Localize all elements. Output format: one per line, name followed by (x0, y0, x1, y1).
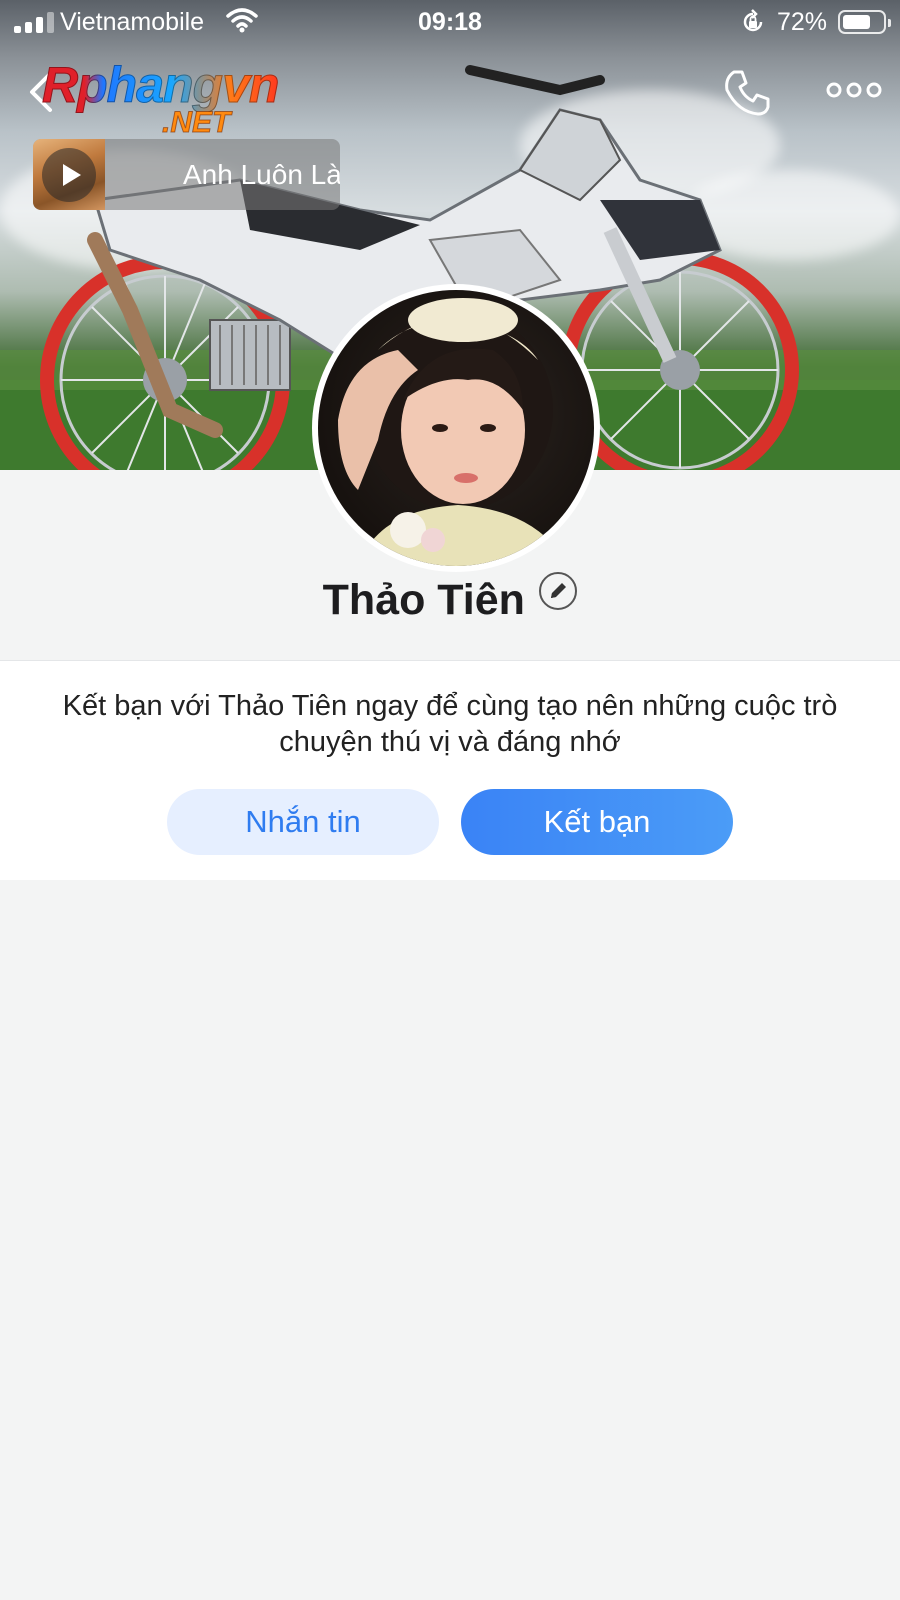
message-button[interactable]: Nhắn tin (167, 789, 439, 855)
more-dots-icon[interactable] (826, 78, 882, 102)
add-friend-button[interactable]: Kết bạn (461, 789, 733, 855)
pencil-icon (551, 583, 567, 598)
profile-name: Thảo Tiên (322, 576, 525, 624)
avatar-photo (318, 290, 594, 566)
battery-percent: 72% (777, 8, 828, 36)
music-title: Anh Luôn Là (183, 159, 340, 190)
status-bar: Vietnamobile 09:18 72% (0, 0, 900, 46)
battery-icon (838, 10, 891, 34)
play-icon[interactable] (42, 148, 96, 202)
rotation-lock-icon (743, 9, 763, 32)
avatar[interactable] (312, 284, 600, 572)
back-chevron-icon[interactable] (24, 70, 60, 114)
profile-name-row: Thảo Tiên (0, 572, 900, 636)
phone-icon[interactable] (722, 68, 772, 118)
music-thumbnail (33, 139, 105, 210)
add-friend-card: Kết bạn với Thảo Tiên ngay để cùng tạo n… (0, 660, 900, 880)
edit-name-button[interactable] (539, 572, 578, 610)
add-friend-prompt: Kết bạn với Thảo Tiên ngay để cùng tạo n… (62, 690, 838, 758)
profile-music-player[interactable]: Anh Luôn Là (33, 139, 340, 210)
